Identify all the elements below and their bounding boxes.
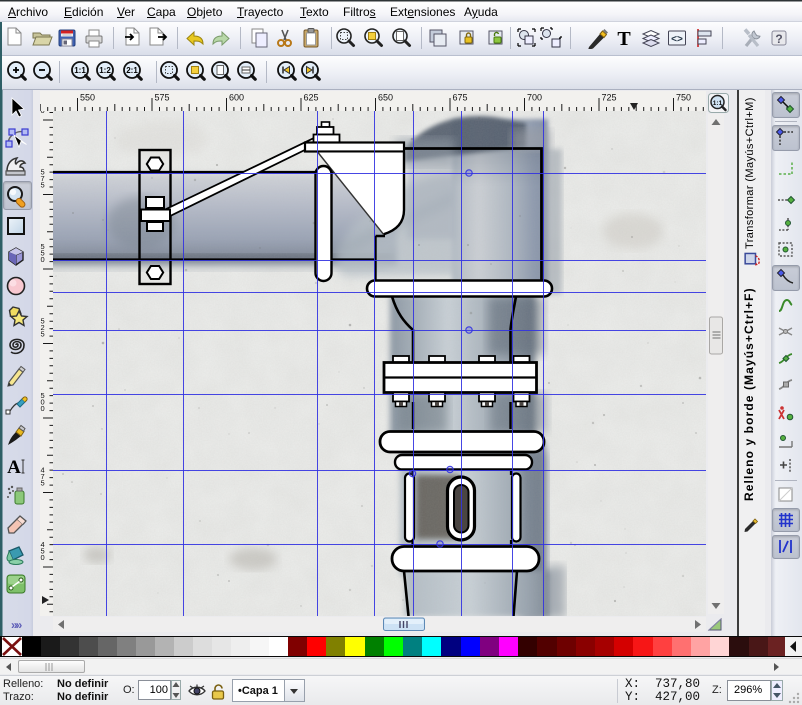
svg-text:2:1: 2:1 [126, 66, 138, 75]
svg-text:1:1: 1:1 [74, 66, 86, 75]
svg-text:725: 725 [602, 93, 617, 103]
svg-text:5: 5 [41, 479, 45, 488]
svg-text:<>: <> [671, 34, 683, 45]
svg-text:Transformar (Mayús+Ctrl+M): Transformar (Mayús+Ctrl+M) [744, 97, 756, 249]
svg-text:575: 575 [155, 93, 170, 103]
svg-text:550: 550 [80, 93, 95, 103]
svg-text:0: 0 [41, 404, 45, 413]
svg-text:Relleno y borde (Mayús+Ctrl+F): Relleno y borde (Mayús+Ctrl+F) [742, 287, 756, 501]
svg-text:5: 5 [41, 330, 45, 339]
svg-text:750: 750 [676, 93, 691, 103]
svg-text:675: 675 [453, 93, 468, 103]
svg-text:600: 600 [229, 93, 244, 103]
svg-text:1:2: 1:2 [99, 66, 111, 75]
svg-text:T: T [617, 28, 631, 49]
svg-text:0: 0 [41, 255, 45, 264]
svg-text:650: 650 [378, 93, 393, 103]
svg-text:0: 0 [41, 111, 45, 115]
svg-text:625: 625 [304, 93, 319, 103]
svg-text:A: A [7, 457, 21, 478]
svg-text:?: ? [775, 32, 782, 46]
svg-text:0: 0 [41, 553, 45, 562]
svg-text:5: 5 [41, 181, 45, 190]
svg-text:700: 700 [527, 93, 542, 103]
